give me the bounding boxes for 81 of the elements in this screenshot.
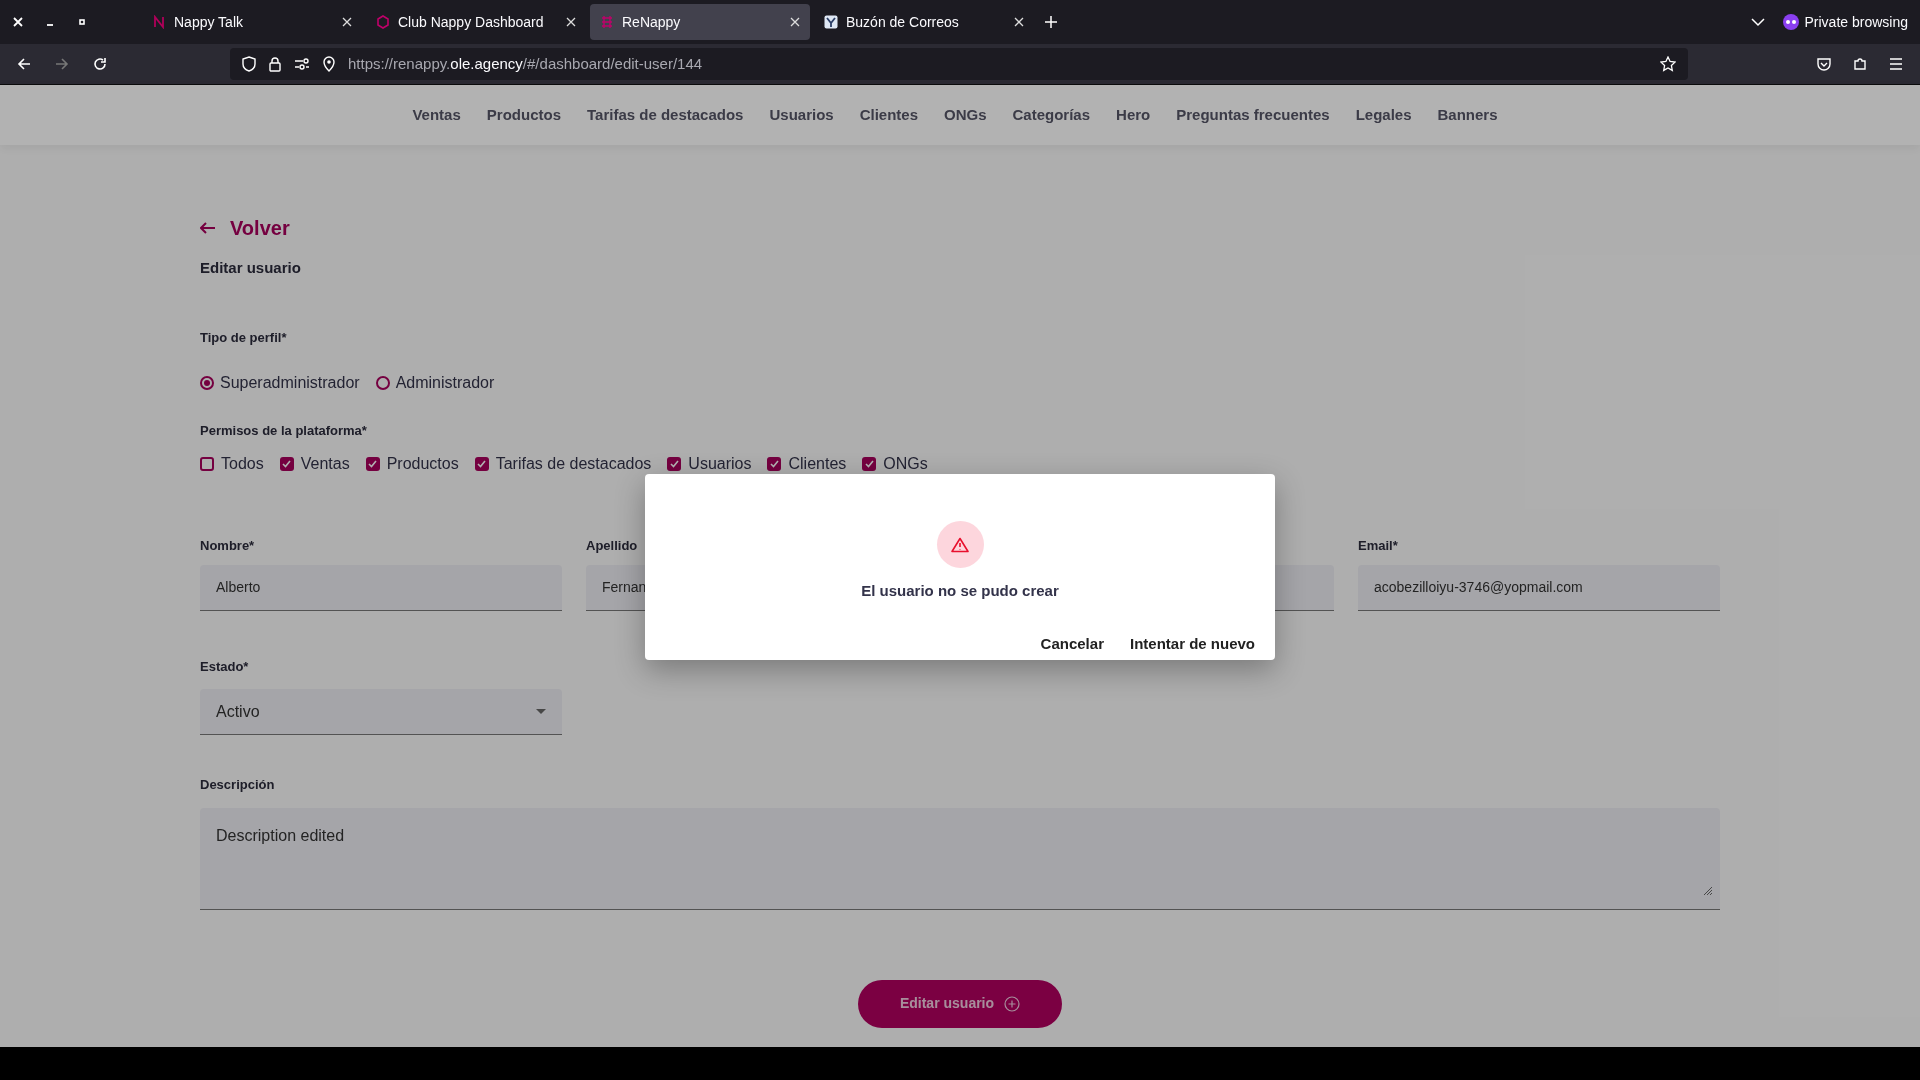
location-pin-icon[interactable]	[322, 56, 336, 72]
forward-arrow-icon[interactable]	[54, 56, 70, 72]
dialog-message: El usuario no se pudo crear	[861, 581, 1059, 601]
checkbox[interactable]	[667, 456, 682, 471]
field-label: Estado*	[200, 657, 249, 676]
maximize-icon[interactable]	[76, 16, 88, 28]
resize-handle-icon[interactable]	[1704, 886, 1712, 895]
close-icon[interactable]	[566, 17, 576, 27]
select-field[interactable]: Activo	[200, 689, 562, 735]
checkbox[interactable]	[279, 456, 294, 471]
hexagon-icon	[376, 15, 390, 29]
field-label: Nombre*	[200, 536, 255, 552]
grid-icon	[600, 15, 614, 29]
checkbox-option[interactable]: Todos	[200, 451, 264, 476]
back-arrow-icon[interactable]	[16, 56, 32, 72]
back-link[interactable]: Volver	[200, 213, 290, 243]
permissions-icon[interactable]	[294, 57, 310, 71]
nav-link[interactable]: Clientes	[859, 103, 918, 127]
plus-circle-icon	[1004, 995, 1021, 1012]
nav-link[interactable]: Tarifas de destacados	[587, 103, 744, 127]
page-heading: Editar usuario	[200, 258, 301, 278]
mask-icon	[1782, 14, 1799, 30]
pocket-icon[interactable]	[1816, 56, 1832, 72]
dialog-button[interactable]: Cancelar	[1032, 628, 1112, 659]
field-label: Descripción	[200, 776, 275, 794]
checkbox-option[interactable]: Usuarios	[667, 451, 752, 476]
address-bar[interactable]: https://renappy.ole.agency/#/dashboard/edit-user/144	[230, 48, 1688, 80]
checkbox[interactable]	[767, 456, 782, 471]
text-area[interactable]: Description edited	[200, 807, 1720, 910]
nav-link[interactable]: ONGs	[944, 103, 987, 127]
nav-link[interactable]: Categorías	[1012, 103, 1091, 127]
nav-link[interactable]: Usuarios	[769, 103, 834, 127]
browser-tab[interactable]: Nappy Talk	[142, 4, 362, 40]
nav-link[interactable]: Ventas	[412, 103, 461, 127]
close-icon[interactable]	[1014, 17, 1024, 27]
nav-link[interactable]: Legales	[1355, 103, 1412, 127]
star-icon[interactable]	[1660, 56, 1676, 72]
radio-button[interactable]	[375, 376, 390, 390]
nav-link[interactable]: Preguntas frecuentes	[1176, 103, 1330, 127]
browser-tab[interactable]: ReNappy	[590, 4, 810, 40]
checkbox[interactable]	[200, 456, 214, 471]
field-label: Apellido	[586, 536, 638, 552]
field-label: Email*	[1358, 536, 1398, 552]
y-letter-icon	[824, 15, 838, 29]
radio-option[interactable]: Superadministrador	[200, 371, 360, 395]
nav-link[interactable]: Hero	[1116, 103, 1151, 127]
checkbox-option[interactable]: Clientes	[767, 451, 847, 476]
shield-icon[interactable]	[242, 56, 256, 72]
text-field[interactable]: Alberto	[200, 564, 562, 611]
left-arrow-icon	[200, 222, 216, 234]
nav-link[interactable]: Banners	[1437, 103, 1498, 127]
submit-button[interactable]: Editar usuario	[858, 979, 1062, 1028]
n-letter-icon	[152, 15, 166, 29]
warning-icon	[951, 536, 969, 553]
close-icon[interactable]	[342, 17, 352, 27]
chevron-down-icon[interactable]	[1750, 17, 1765, 27]
plus-icon[interactable]	[1044, 15, 1058, 29]
field-label: Permisos de la plataforma*	[200, 422, 367, 440]
checkbox-option[interactable]: Productos	[365, 451, 459, 476]
dialog-button[interactable]: Intentar de nuevo	[1121, 628, 1263, 659]
nav-link[interactable]: Productos	[486, 103, 561, 127]
radio-button[interactable]	[200, 376, 214, 390]
puzzle-icon[interactable]	[1852, 56, 1868, 72]
dropdown-caret-icon	[536, 709, 546, 714]
lock-icon[interactable]	[268, 56, 282, 72]
radio-option[interactable]: Administrador	[375, 371, 495, 395]
private-browsing-label: Private browsing	[1804, 12, 1908, 32]
checkbox[interactable]	[365, 456, 380, 471]
checkbox[interactable]	[862, 456, 877, 471]
browser-tab[interactable]: Club Nappy Dashboard	[366, 4, 586, 40]
menu-icon[interactable]	[1888, 57, 1904, 71]
url-text: https://renappy.ole.agency/#/dashboard/edit-user/144	[348, 53, 704, 74]
checkbox-option[interactable]: ONGs	[862, 451, 928, 476]
field-label: Tipo de perfil*	[200, 328, 287, 347]
checkbox-option[interactable]: Ventas	[279, 451, 350, 476]
browser-tab[interactable]: Buzón de Correos	[814, 4, 1034, 40]
checkbox[interactable]	[474, 456, 489, 471]
close-icon[interactable]	[790, 17, 800, 27]
reload-icon[interactable]	[92, 56, 108, 72]
checkbox-option[interactable]: Tarifas de destacados	[474, 451, 652, 476]
text-field[interactable]: acobezilloiyu-3746@yopmail.com	[1358, 564, 1720, 611]
